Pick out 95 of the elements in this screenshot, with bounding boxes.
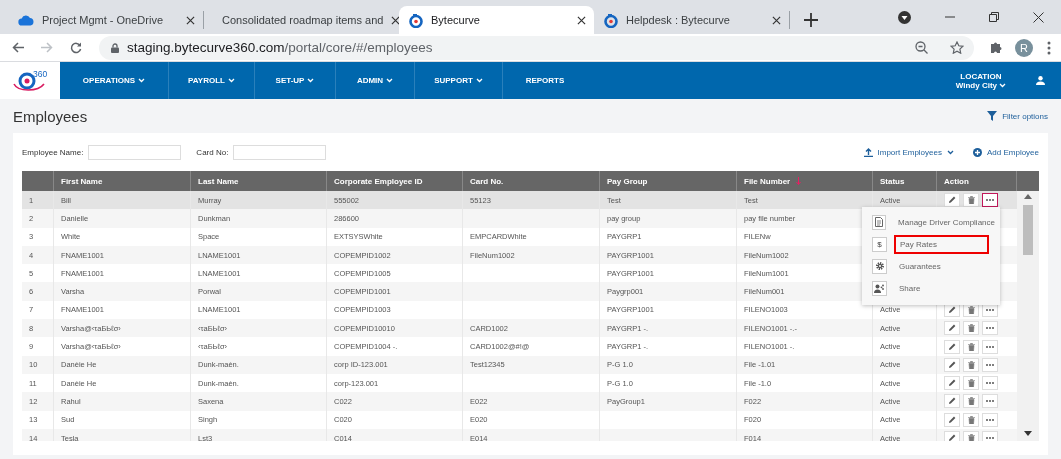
add-employee-button[interactable]: Add Employee	[972, 147, 1039, 157]
edit-button[interactable]	[944, 394, 960, 409]
pencil-icon	[948, 196, 956, 205]
delete-button[interactable]	[963, 376, 979, 391]
sort-arrow-icon	[796, 177, 802, 185]
edit-button[interactable]	[944, 193, 960, 208]
nav-menu-item[interactable]: REPORTS	[503, 62, 587, 99]
chevron-down-icon	[475, 78, 483, 83]
plus-icon[interactable]	[804, 13, 818, 27]
trash-icon	[967, 305, 975, 314]
trash-icon	[967, 415, 975, 424]
restore-icon[interactable]	[989, 12, 999, 22]
import-employees-button[interactable]: Import Employees	[863, 147, 954, 157]
plus-circle-icon	[972, 147, 982, 157]
profile-avatar[interactable]: R	[1015, 38, 1033, 57]
filter-options-button[interactable]: Filter options	[987, 111, 1048, 121]
dollar-icon: $	[872, 236, 887, 252]
browser-tab[interactable]: Consolidated roadmap items and	[204, 6, 399, 34]
scroll-down-icon[interactable]	[1024, 431, 1032, 436]
tab-search-icon[interactable]	[898, 10, 911, 24]
edit-button[interactable]	[944, 357, 960, 372]
delete-button[interactable]	[963, 357, 979, 372]
puzzle-icon[interactable]	[990, 41, 1003, 54]
gear-icon	[872, 258, 887, 274]
more-button[interactable]	[982, 193, 998, 208]
menu-icon[interactable]	[1047, 40, 1051, 55]
browser-tab[interactable]: Helpdesk : Bytecurve	[594, 6, 789, 34]
delete-button[interactable]	[963, 321, 979, 336]
edit-button[interactable]	[944, 339, 960, 354]
user-icon[interactable]	[1036, 76, 1045, 85]
more-icon	[986, 308, 994, 311]
more-icon	[986, 418, 994, 421]
input-field[interactable]	[233, 144, 327, 160]
chevron-down-icon	[138, 78, 146, 83]
delete-button[interactable]	[963, 339, 979, 354]
delete-button[interactable]	[963, 431, 979, 441]
trash-icon	[967, 434, 975, 441]
close-icon[interactable]	[391, 15, 401, 25]
trash-icon	[967, 324, 975, 333]
close-icon[interactable]	[772, 15, 781, 25]
close-icon[interactable]	[1033, 11, 1044, 23]
url-text: staging.bytecurve360.com/portal/core/#/employees	[127, 40, 434, 55]
zoom-out-icon[interactable]	[915, 41, 928, 54]
edit-button[interactable]	[944, 321, 960, 336]
delete-button[interactable]	[963, 193, 979, 208]
edit-button[interactable]	[944, 412, 960, 427]
upload-icon	[863, 147, 873, 157]
cloud-icon	[18, 14, 34, 26]
document-icon	[872, 214, 887, 230]
trash-icon	[967, 397, 975, 406]
logo-icon	[604, 12, 618, 28]
share-person-icon	[872, 280, 887, 296]
scroll-thumb[interactable]	[1023, 205, 1033, 255]
chevron-down-icon	[307, 78, 315, 83]
browser-tab[interactable]: Bytecurve	[399, 6, 594, 34]
more-icon	[986, 199, 994, 202]
close-icon[interactable]	[577, 15, 586, 25]
filter-label: Card No:	[196, 147, 229, 157]
location-label: LOCATION	[960, 71, 1002, 81]
pencil-icon	[948, 434, 956, 441]
filter-label: Employee Name:	[22, 147, 84, 157]
back-icon[interactable]	[12, 42, 24, 53]
location-selector[interactable]: Windy City	[955, 80, 1006, 90]
delete-button[interactable]	[963, 394, 979, 409]
pencil-icon	[948, 305, 956, 314]
scrollbar[interactable]	[1017, 191, 1039, 441]
edit-button[interactable]	[944, 376, 960, 391]
address-bar[interactable]: staging.bytecurve360.com/portal/core/#/employees	[99, 35, 974, 60]
trash-icon	[967, 379, 975, 388]
reload-icon[interactable]	[70, 41, 82, 54]
company-logo: 360	[12, 67, 48, 94]
lock-icon	[111, 42, 119, 53]
star-icon[interactable]	[950, 41, 964, 54]
chevron-down-icon	[946, 149, 954, 155]
browser-tab[interactable]: Project Mgmt - OneDrive	[8, 6, 203, 34]
close-icon[interactable]	[186, 15, 195, 25]
menu-item[interactable]: Pay Rates	[894, 234, 989, 254]
more-icon	[986, 382, 994, 385]
trash-icon	[967, 196, 975, 205]
chevron-down-icon	[386, 78, 394, 83]
filter-icon	[987, 111, 998, 121]
trash-icon	[967, 342, 975, 351]
edit-button[interactable]	[944, 431, 960, 441]
trash-icon	[967, 360, 975, 369]
input-field[interactable]	[88, 144, 182, 160]
chevron-down-icon	[227, 78, 235, 83]
more-icon	[986, 363, 994, 366]
more-icon	[986, 345, 994, 348]
page-title: Employees	[13, 107, 88, 125]
more-icon	[986, 327, 994, 330]
scroll-up-icon[interactable]	[1024, 194, 1032, 199]
delete-button[interactable]	[963, 412, 979, 427]
more-icon	[986, 400, 994, 403]
logo-icon	[409, 12, 423, 28]
chevron-down-icon	[999, 82, 1006, 88]
